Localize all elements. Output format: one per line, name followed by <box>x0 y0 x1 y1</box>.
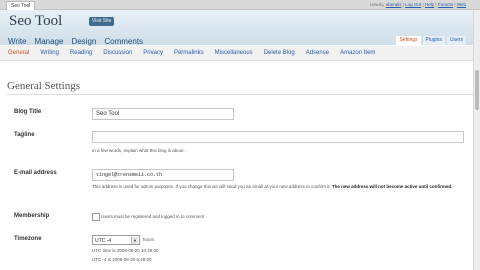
separator: | <box>454 2 456 7</box>
vertical-scrollbar[interactable] <box>473 10 480 270</box>
tab-users[interactable]: Users <box>446 36 466 45</box>
membership-checkbox[interactable] <box>92 213 100 221</box>
separator: | <box>402 2 404 7</box>
tagline-label: Tagline <box>14 132 35 138</box>
subnav-miscellaneous[interactable]: Miscellaneous <box>215 48 253 58</box>
blog-title-label: Blog Title <box>14 109 42 115</box>
timezone-select[interactable]: UTC -4 ▼ <box>92 235 140 245</box>
subnav-delete-blog[interactable]: Delete Blog <box>264 48 295 58</box>
subnav-writing[interactable]: Writing <box>40 48 59 58</box>
chevron-down-icon: ▼ <box>131 237 138 244</box>
settings-subnav: General Writing Reading Discussion Priva… <box>0 46 480 61</box>
separator: | <box>435 2 437 7</box>
scrollbar-thumb[interactable] <box>475 70 479 110</box>
tab-plugins[interactable]: Plugins <box>422 36 445 45</box>
divider <box>7 94 473 95</box>
forums-link[interactable]: Forums <box>438 2 453 7</box>
utc-time: UTC time is 2008-08-20 10:48:00 <box>92 248 159 253</box>
tagline-help: In a few words, explain what this blog i… <box>92 148 185 153</box>
page-title: General Settings <box>7 80 81 92</box>
membership-label: Membership <box>14 213 50 219</box>
tab-settings[interactable]: Settings <box>396 36 421 45</box>
local-time: UTC -4 is 2008-08-20 6:48:00 <box>92 257 152 262</box>
subnav-discussion[interactable]: Discussion <box>103 48 132 58</box>
email-help-text: This address is used for admin purposes.… <box>92 184 331 189</box>
blog-title-input[interactable]: Seo Tool <box>92 108 234 120</box>
timezone-selected: UTC -4 <box>95 238 112 244</box>
browser-bar: Seo Tool Howdy, uberalis | Log Out | Hel… <box>0 0 480 10</box>
membership-checkbox-label: Users must be registered and logged in t… <box>101 214 205 219</box>
subnav-general[interactable]: General <box>8 48 29 58</box>
browser-tab[interactable]: Seo Tool <box>6 1 36 10</box>
help-link[interactable]: Help <box>425 2 434 7</box>
email-input[interactable]: tingel@trensmeii.co.th <box>92 169 234 181</box>
timezone-label: Timezone <box>14 236 42 242</box>
side-tabs: Settings Plugins Users <box>396 36 466 45</box>
username-link[interactable]: uberalis <box>386 2 402 7</box>
logout-link[interactable]: Log Out <box>405 2 421 7</box>
subnav-adsense[interactable]: Adsense <box>306 48 329 58</box>
email-label: E-mail address <box>14 170 57 176</box>
timezone-unit: hours <box>143 237 155 242</box>
howdy-text: Howdy, <box>369 2 385 7</box>
separator: | <box>422 2 424 7</box>
subnav-amazon-item[interactable]: Amazon Item <box>340 48 375 58</box>
subnav-privacy[interactable]: Privacy <box>143 48 163 58</box>
subnav-permalinks[interactable]: Permalinks <box>174 48 204 58</box>
email-help-bold: The new address will not become active u… <box>331 184 453 189</box>
subnav-reading[interactable]: Reading <box>70 48 92 58</box>
email-help: This address is used for admin purposes.… <box>92 184 472 190</box>
site-title: Seo Tool <box>9 13 63 29</box>
user-links: Howdy, uberalis | Log Out | Help | Forum… <box>370 1 466 8</box>
visit-site-button[interactable]: Visit Site <box>89 17 115 26</box>
web-link[interactable]: Web <box>457 2 466 7</box>
tagline-input[interactable] <box>92 131 464 143</box>
